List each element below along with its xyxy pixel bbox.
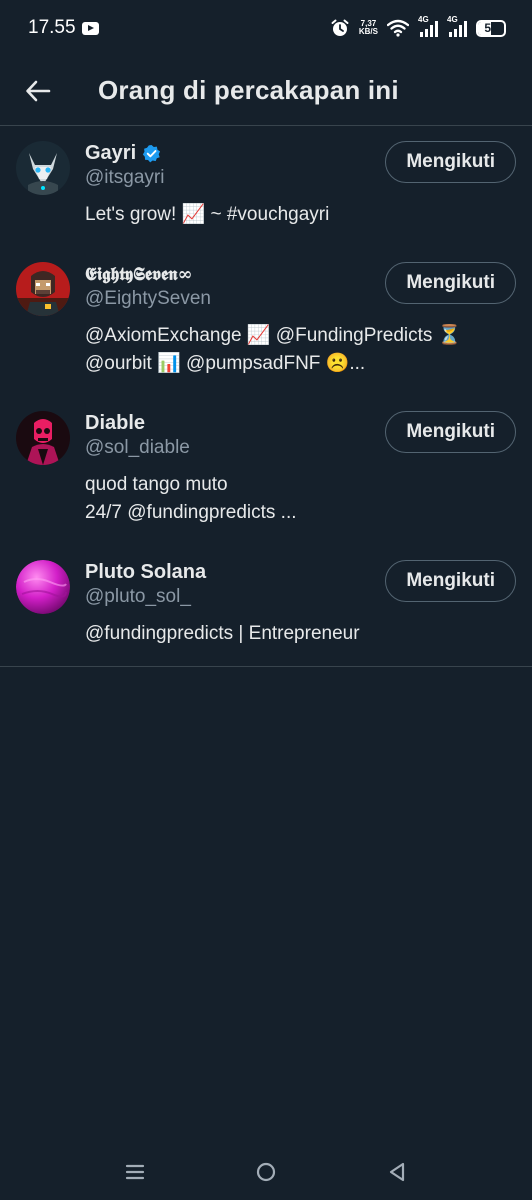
back-button[interactable] [24, 77, 52, 105]
avatar[interactable] [16, 411, 70, 465]
status-time: 17.55 [28, 17, 76, 38]
user-row[interactable]: Pluto Solana @pluto_sol_ @fundingpredict… [0, 545, 532, 666]
status-right: 7,37 KB/S 4G 4G 50 [330, 15, 506, 38]
following-button[interactable]: Mengikuti [385, 411, 516, 453]
wifi-icon [387, 19, 409, 37]
display-name[interactable]: Diable [85, 412, 145, 435]
battery-level: 50 [484, 21, 498, 35]
user-row[interactable]: 𝕰𝖎𝖌𝖍𝖙𝖞𝕾𝖊𝖛𝖊𝖓∞ @EightySeven @AxiomExchange… [0, 247, 532, 396]
verified-badge-icon [142, 144, 161, 163]
youtube-notification-icon [81, 21, 99, 35]
user-row[interactable]: Diable @sol_diable quod tango muto 24/7 … [0, 396, 532, 545]
signal-strength-2: 4G [447, 15, 467, 37]
user-bio: quod tango muto 24/7 @fundingpredicts ..… [85, 474, 297, 523]
display-name[interactable]: Gayri [85, 142, 136, 165]
display-name[interactable]: Pluto Solana [85, 561, 206, 584]
user-bio: Let's grow! 📈 ~ #vouchgayri [85, 204, 330, 225]
arrow-left-icon [26, 80, 51, 101]
recent-apps-icon [126, 1164, 145, 1180]
status-bar: 17.55 7,37 KB/S 4G 4G 50 [0, 0, 532, 56]
home-button[interactable] [246, 1152, 286, 1192]
system-back-button[interactable] [377, 1152, 417, 1192]
recent-apps-button[interactable] [115, 1152, 155, 1192]
system-navigation-bar [0, 1144, 532, 1200]
user-row[interactable]: Gayri @itsgayri Let's grow! 📈 ~ #vouchga… [0, 126, 532, 247]
header: Orang di percakapan ini [0, 56, 532, 126]
network-speed: 7,37 KB/S [359, 20, 378, 36]
status-left: 17.55 [28, 17, 99, 39]
signal-2-type: 4G [447, 15, 458, 24]
page-title: Orang di percakapan ini [98, 75, 399, 105]
signal-strength-1: 4G [418, 15, 438, 37]
battery-icon: 50 [476, 19, 506, 37]
signal-1-type: 4G [418, 15, 429, 24]
network-speed-unit: KB/S [358, 27, 378, 36]
avatar[interactable] [16, 560, 70, 614]
display-name[interactable]: 𝕰𝖎𝖌𝖍𝖙𝖞𝕾𝖊𝖛𝖊𝖓∞ [85, 264, 192, 285]
user-bio: @AxiomExchange 📈 @FundingPredicts ⏳ @our… [85, 325, 462, 374]
following-button[interactable]: Mengikuti [385, 262, 516, 304]
back-triangle-icon [389, 1162, 404, 1182]
alarm-clock-icon [330, 18, 350, 38]
home-circle-icon [256, 1162, 276, 1182]
avatar[interactable] [16, 262, 70, 316]
user-bio: @fundingpredicts | Entrepreneur [85, 623, 360, 644]
user-list: Gayri @itsgayri Let's grow! 📈 ~ #vouchga… [0, 126, 532, 667]
following-button[interactable]: Mengikuti [385, 141, 516, 183]
avatar[interactable] [16, 141, 70, 195]
following-button[interactable]: Mengikuti [385, 560, 516, 602]
